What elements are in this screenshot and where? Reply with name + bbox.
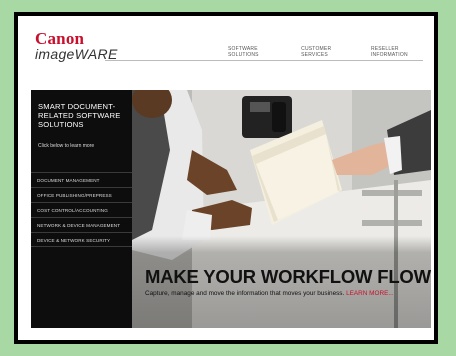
sidebar-subtitle: Click below to learn more <box>38 143 95 149</box>
nav-software-solutions[interactable]: SOFTWARE SOLUTIONS <box>228 46 287 58</box>
sidebar-item-document-management[interactable]: DOCUMENT MANAGEMENT <box>31 172 132 187</box>
hero-tagline-text: Capture, manage and move the information… <box>145 290 345 297</box>
sidebar-menu: DOCUMENT MANAGEMENT OFFICE PUBLISHING/PR… <box>31 172 132 247</box>
sidebar-item-network-device-management[interactable]: NETWORK & DEVICE MANAGEMENT <box>31 217 132 232</box>
sidebar-item-device-network-security[interactable]: DEVICE & NETWORK SECURITY <box>31 232 132 247</box>
hero-headline: MAKE YOUR WORKFLOW FLOW <box>145 266 431 287</box>
web-page: Canon imageWARE SOFTWARE SOLUTIONS CUSTO… <box>18 16 434 340</box>
solutions-sidebar: SMART DOCUMENT-RELATED SOFTWARE SOLUTION… <box>31 90 132 328</box>
header-divider <box>105 60 423 61</box>
sidebar-item-cost-control[interactable]: COST CONTROL/ACCOUNTING <box>31 202 132 217</box>
hero-tagline: Capture, manage and move the information… <box>145 290 394 297</box>
top-nav: SOFTWARE SOLUTIONS CUSTOMER SERVICES RES… <box>228 46 434 58</box>
sidebar-title: SMART DOCUMENT-RELATED SOFTWARE SOLUTION… <box>38 102 121 129</box>
nav-customer-services[interactable]: CUSTOMER SERVICES <box>301 46 357 58</box>
sidebar-item-office-publishing[interactable]: OFFICE PUBLISHING/PREPRESS <box>31 187 132 202</box>
learn-more-link[interactable]: LEARN MORE... <box>346 290 394 297</box>
hero-banner: SMART DOCUMENT-RELATED SOFTWARE SOLUTION… <box>31 90 431 328</box>
nav-reseller-information[interactable]: RESELLER INFORMATION <box>371 46 434 58</box>
